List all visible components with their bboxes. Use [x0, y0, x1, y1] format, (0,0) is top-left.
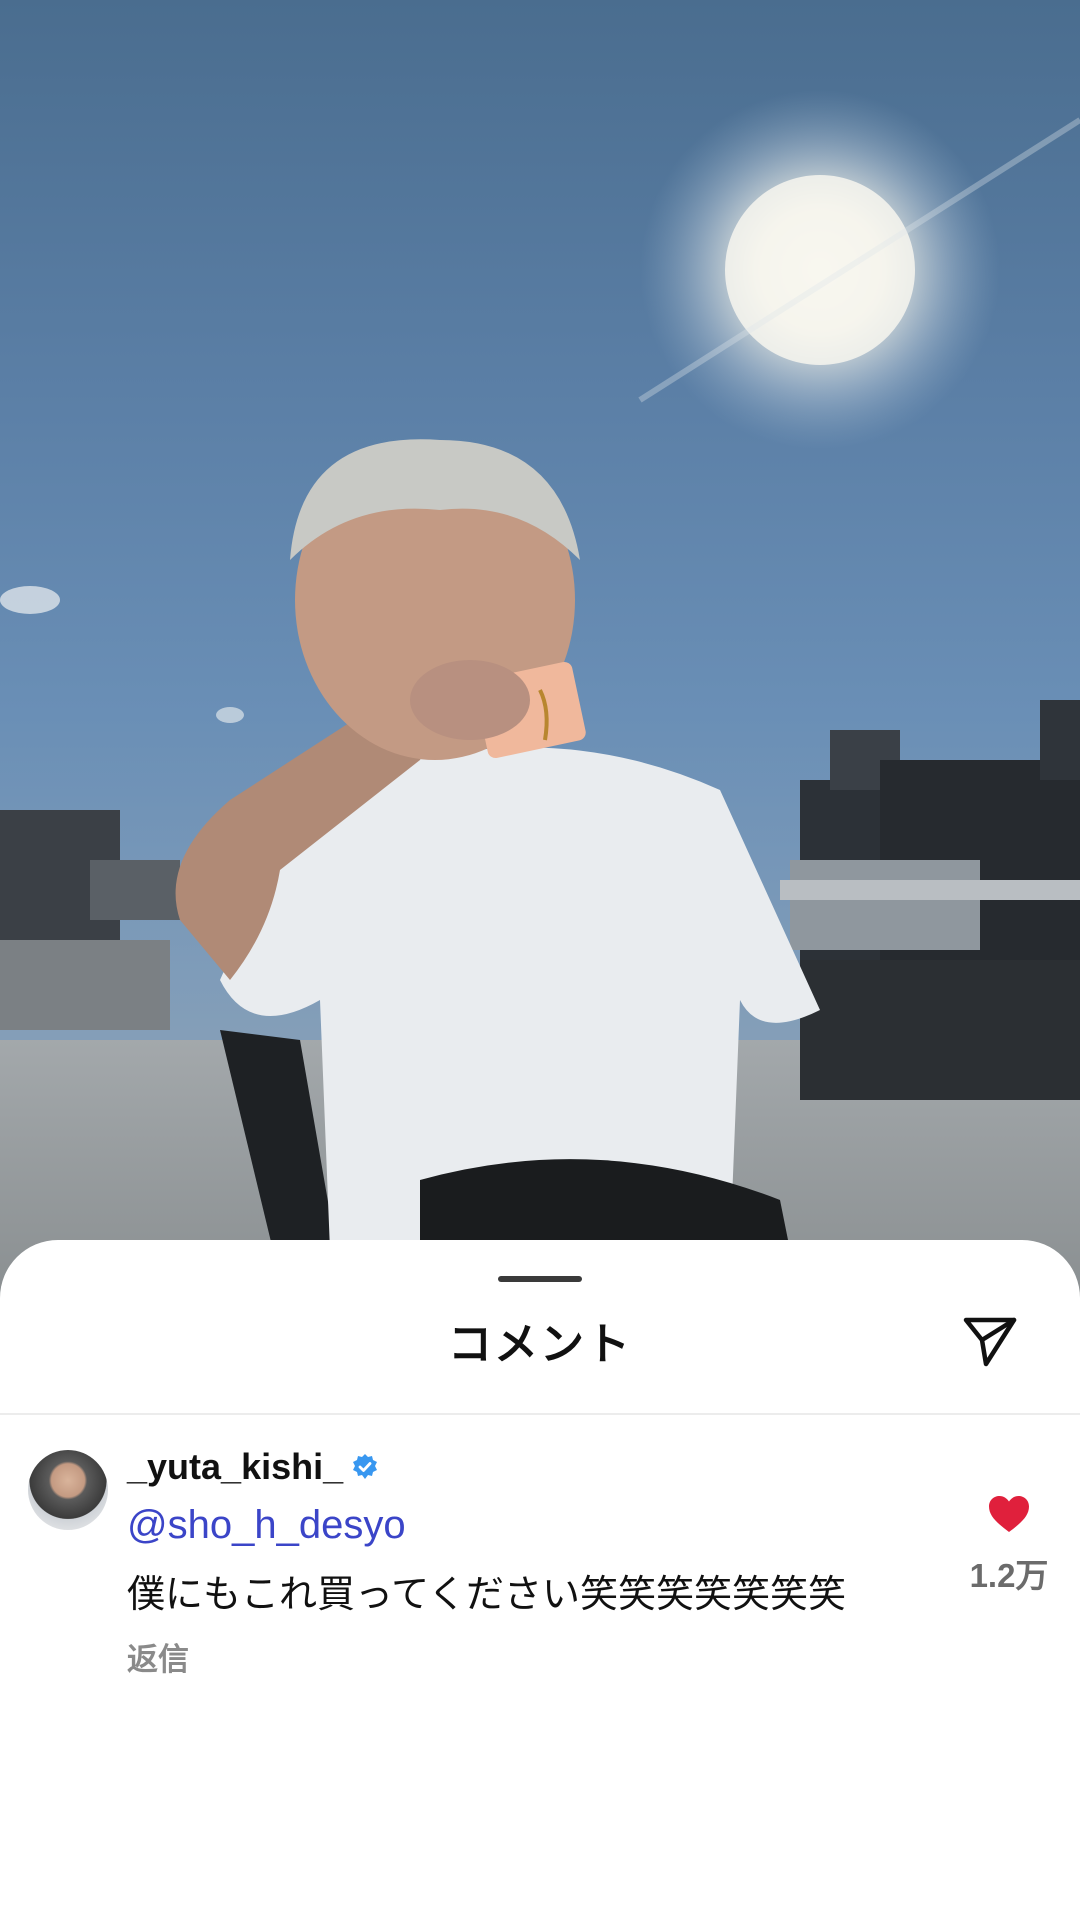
sheet-title: コメント — [448, 1319, 632, 1370]
reply-button[interactable]: 返信 — [127, 1634, 189, 1679]
username[interactable]: _yuta_kishi_ — [127, 1446, 343, 1488]
header-divider — [0, 1413, 1080, 1415]
photo-scene — [0, 90, 1080, 1300]
like-count: 1.2万 — [969, 1557, 1049, 1594]
heart-icon — [989, 1496, 1029, 1532]
comment-sheet: コメント _yuta_kishi_ @sho_h_desyo 僕にもこれ買ってく… — [0, 1240, 1080, 1920]
verified-badge-icon — [351, 1453, 379, 1481]
avatar[interactable] — [28, 1450, 108, 1530]
comment-text: 僕にもこれ買ってください笑笑笑笑笑笑笑 — [127, 1572, 846, 1616]
drag-handle[interactable] — [498, 1276, 582, 1282]
comment-author[interactable]: _yuta_kishi_ — [127, 1446, 379, 1488]
post-photo — [0, 0, 1080, 1300]
like-button[interactable] — [987, 1494, 1031, 1534]
paper-plane-icon — [963, 1317, 1017, 1367]
mention-link[interactable]: @sho_h_desyo — [127, 1503, 406, 1548]
share-button[interactable] — [960, 1310, 1020, 1370]
